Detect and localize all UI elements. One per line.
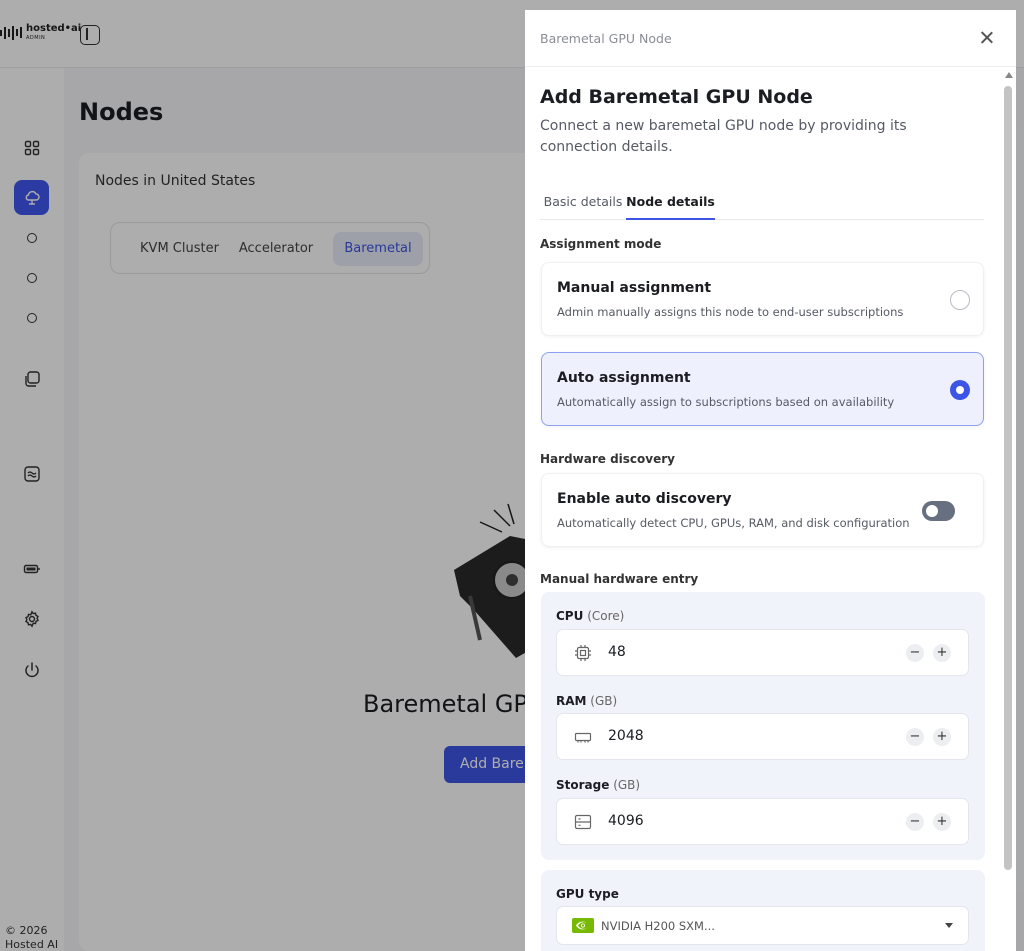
- ram-value[interactable]: 2048: [608, 728, 644, 744]
- gpu-type-label: GPU type: [556, 887, 619, 901]
- cpu-stepper[interactable]: 48 − +: [556, 629, 969, 676]
- cpu-label: CPU (Core): [556, 609, 625, 623]
- cpu-value[interactable]: 48: [608, 644, 626, 660]
- nvidia-logo-icon: [572, 918, 594, 933]
- storage-stepper[interactable]: 4096 − +: [556, 798, 969, 845]
- tab-basic-details[interactable]: Basic details: [540, 194, 626, 220]
- ram-label: RAM (GB): [556, 694, 618, 708]
- tab-node-details[interactable]: Node details: [626, 194, 715, 220]
- auto-discovery-desc: Automatically detect CPU, GPUs, RAM, and…: [557, 516, 910, 530]
- auto-assignment-radio[interactable]: [950, 380, 970, 400]
- cpu-increment-button[interactable]: +: [933, 644, 951, 662]
- drawer-header-title: Baremetal GPU Node: [540, 31, 672, 46]
- drawer-header: Baremetal GPU Node: [525, 10, 1016, 67]
- ram-decrement-button[interactable]: −: [906, 728, 924, 746]
- storage-increment-button[interactable]: +: [933, 813, 951, 831]
- auto-discovery-title: Enable auto discovery: [557, 491, 732, 507]
- cpu-decrement-button[interactable]: −: [906, 644, 924, 662]
- scroll-thumb[interactable]: [1004, 86, 1012, 870]
- hardware-discovery-label: Hardware discovery: [540, 452, 675, 466]
- scroll-up-arrow-icon[interactable]: [1005, 72, 1013, 78]
- drawer-title: Add Baremetal GPU Node: [540, 86, 813, 108]
- auto-discovery-toggle[interactable]: [922, 501, 955, 521]
- storage-label: Storage (GB): [556, 778, 641, 792]
- memory-icon: [574, 732, 592, 743]
- manual-assignment-radio[interactable]: [950, 290, 970, 310]
- option-title: Manual assignment: [557, 280, 712, 296]
- drawer-subtitle: Connect a new baremetal GPU node by prov…: [540, 118, 907, 155]
- manual-hardware-label: Manual hardware entry: [540, 572, 699, 586]
- gpu-type-panel: GPU type NVIDIA H200 SXM...: [541, 870, 985, 951]
- ram-stepper[interactable]: 2048 − +: [556, 713, 969, 760]
- gpu-type-value: NVIDIA H200 SXM...: [601, 919, 715, 933]
- manual-hardware-panel: CPU (Core) 48 − + RAM (GB) 2048 − + Stor…: [541, 592, 985, 860]
- option-desc: Automatically assign to subscriptions ba…: [557, 395, 895, 409]
- storage-decrement-button[interactable]: −: [906, 813, 924, 831]
- ram-increment-button[interactable]: +: [933, 728, 951, 746]
- drawer-tabs: Basic details Node details: [540, 190, 984, 220]
- storage-value[interactable]: 4096: [608, 813, 644, 829]
- option-title: Auto assignment: [557, 370, 691, 386]
- manual-assignment-option[interactable]: Manual assignment Admin manually assigns…: [541, 262, 984, 336]
- cpu-icon: [575, 645, 591, 661]
- assignment-mode-label: Assignment mode: [540, 237, 662, 251]
- close-icon[interactable]: [978, 29, 996, 47]
- drawer-scrollbar[interactable]: [1003, 70, 1015, 951]
- add-node-drawer: Baremetal GPU Node Add Baremetal GPU Nod…: [525, 10, 1016, 951]
- auto-discovery-card: Enable auto discovery Automatically dete…: [541, 473, 984, 547]
- gpu-type-select[interactable]: NVIDIA H200 SXM...: [556, 906, 969, 945]
- option-desc: Admin manually assigns this node to end-…: [557, 305, 904, 319]
- chevron-down-icon: [945, 923, 953, 928]
- storage-icon: [574, 814, 592, 830]
- auto-assignment-option[interactable]: Auto assignment Automatically assign to …: [541, 352, 984, 426]
